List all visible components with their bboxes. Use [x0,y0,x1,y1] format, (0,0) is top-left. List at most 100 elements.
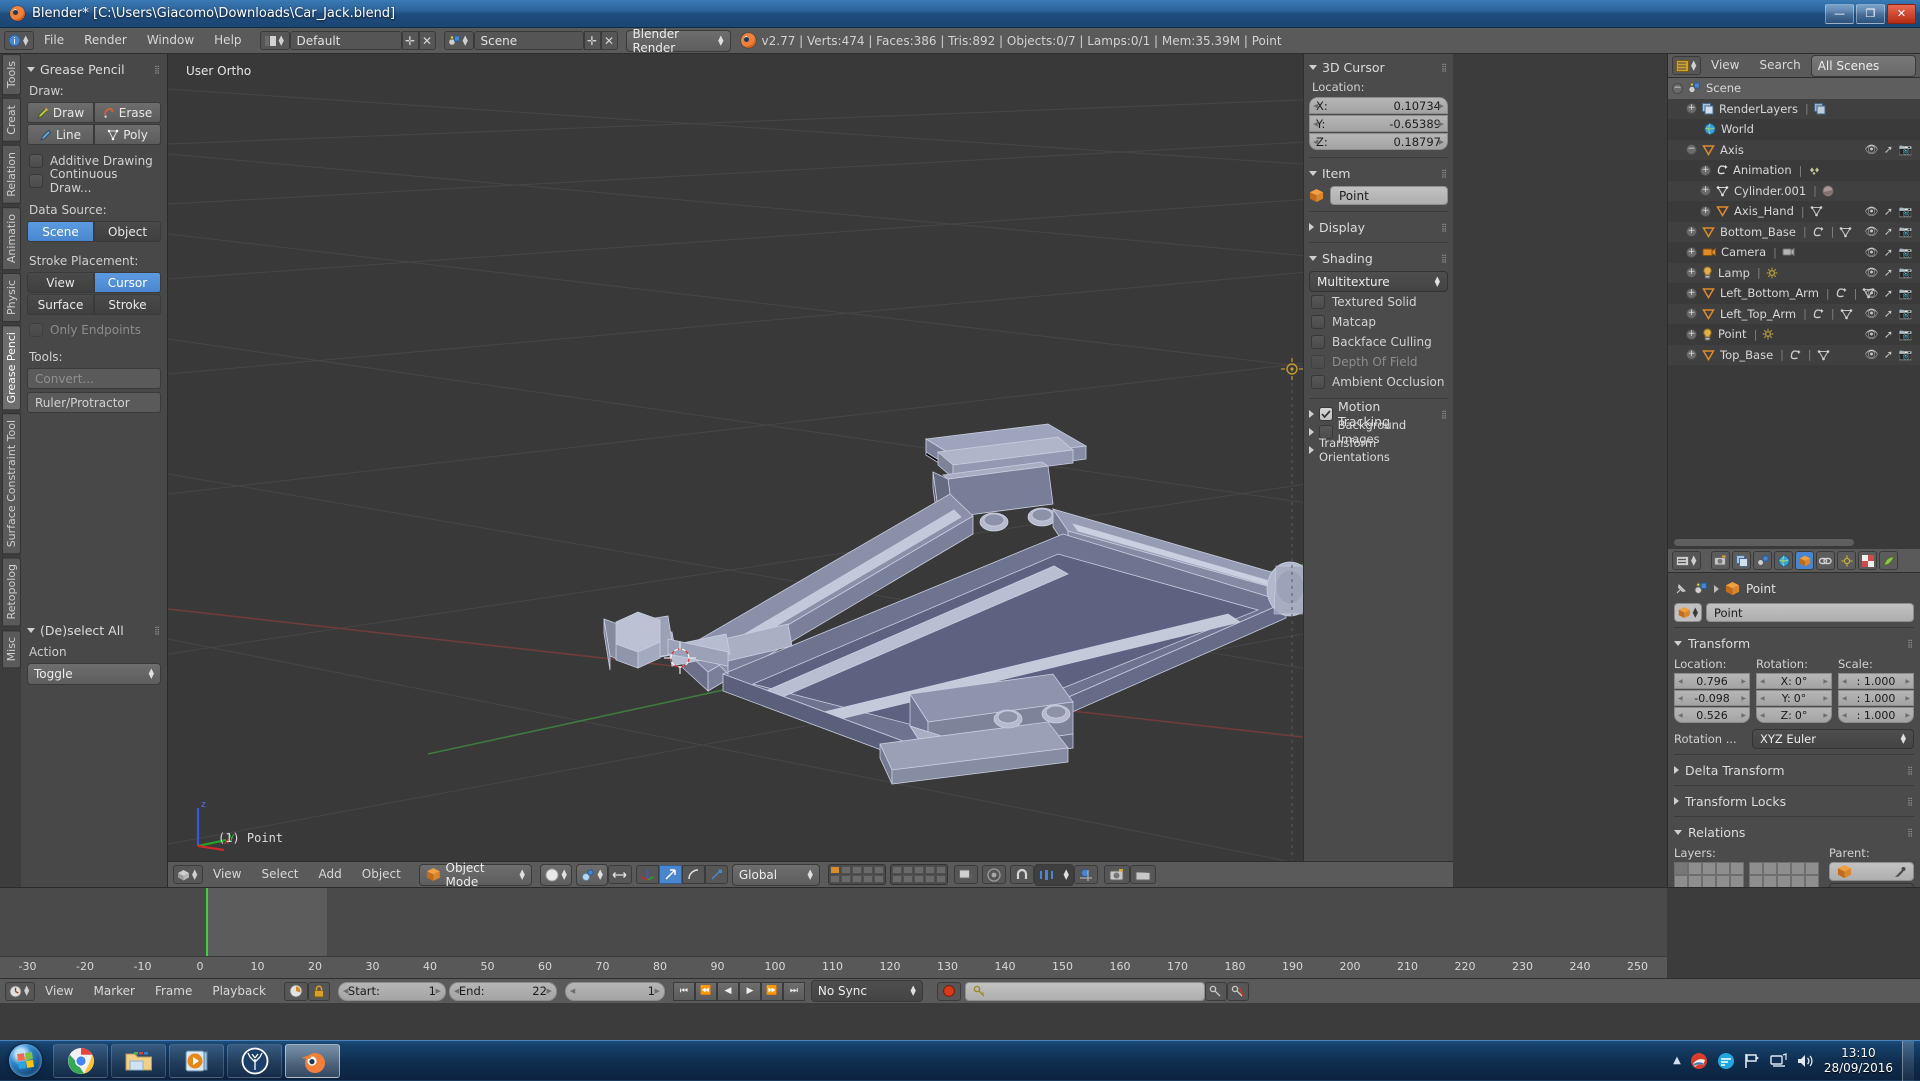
material-icon[interactable]: | [1813,184,1834,197]
checkbox-ambient-occlusion[interactable] [1311,375,1325,389]
outliner-row-axis[interactable]: − Axis 👁 ➚ 📷 [1668,139,1920,160]
layer-cell[interactable] [1805,862,1819,875]
layer-cell[interactable] [1674,875,1688,887]
sync-mode-dropdown[interactable]: No Sync ▲ ▼ [810,980,923,1002]
screen-layout-field[interactable]: Default [289,31,402,50]
checkbox-continuous-draw[interactable] [29,174,43,188]
close-button[interactable]: ✕ [1887,3,1916,24]
restrict-view-icon[interactable]: 👁 [1863,287,1880,300]
network-app-icon[interactable] [1717,1052,1735,1070]
panel-header-grease-pencil[interactable]: Grease Pencil ⣿ [27,60,161,78]
scene-layers-group-2[interactable] [889,864,948,885]
item-object-name-field[interactable]: Point [1330,186,1448,205]
outliner-expander[interactable]: + [1686,308,1697,320]
show-desktop-button[interactable] [1902,1040,1914,1081]
panel-header-transform-locks[interactable]: Transform Locks ⣿ [1674,791,1914,811]
data-source-object-button[interactable]: Object [94,221,161,242]
stroke-placement-view-button[interactable]: View [27,272,94,293]
tab-retopology[interactable]: Retopolog [2,557,21,627]
outliner-row-cylinder-001[interactable]: + Cylinder.001 | [1668,180,1920,201]
add-scene-button[interactable]: ✛ [583,31,601,50]
layer-cell[interactable] [851,866,862,874]
layer-cell[interactable] [1763,862,1777,875]
cursor-x-field[interactable]: X: 0.10734 [1309,97,1448,114]
layer-cell[interactable] [829,866,840,874]
gp-continuous-draw-row[interactable]: Continuous Draw... [29,167,161,195]
rotation-y-field[interactable]: Y: 0° [1756,690,1832,706]
flag-icon[interactable] [1744,1053,1761,1069]
auto-keyframe-button[interactable] [283,981,308,1001]
timeline-playhead[interactable] [205,888,208,956]
restrict-render-icon[interactable]: 📷 [1897,328,1914,341]
restrict-view-icon[interactable]: 👁 [1863,266,1880,279]
scale-x-field[interactable]: : 1.000 [1838,673,1914,689]
shading-backface-culling-row[interactable]: Backface Culling [1311,332,1448,352]
volume-icon[interactable] [1797,1053,1815,1069]
layer-cell[interactable] [902,875,913,883]
taskbar-clock[interactable]: 13:10 28/09/2016 [1824,1046,1893,1076]
outliner-expander[interactable]: − [1686,144,1697,156]
scale-y-field[interactable]: : 1.000 [1838,690,1914,706]
restrict-view-icon[interactable]: 👁 [1863,348,1880,361]
outliner-expander[interactable]: + [1700,185,1711,197]
restrict-view-icon[interactable]: 👁 [1863,246,1880,259]
delete-scene-button[interactable]: ✕ [600,31,618,50]
restrict-select-icon[interactable]: ➚ [1880,143,1897,156]
mesh-data-icon[interactable]: | [1808,348,1830,361]
layer-cell[interactable] [1674,862,1688,875]
snap-target-dropdown[interactable]: ▲ ▼ [1033,863,1074,886]
outliner-display-mode-dropdown[interactable]: All Scenes [1810,54,1916,77]
taskbar-item-blender[interactable] [285,1043,340,1078]
layer-cell[interactable] [851,875,862,883]
restrict-select-icon[interactable]: ➚ [1880,266,1897,279]
outliner-menu-search[interactable]: Search [1749,56,1810,75]
start-button[interactable] [0,1042,50,1080]
layer-cell[interactable] [913,875,924,883]
restrict-select-icon[interactable]: ➚ [1880,328,1897,341]
layer-cell[interactable] [1749,875,1763,887]
editor-type-selector-outliner[interactable]: ▲ ▼ [1672,56,1701,75]
properties-tab-render-layers[interactable] [1732,551,1751,570]
lamp-data-icon[interactable]: | [1757,266,1778,279]
restrict-render-icon[interactable]: 📷 [1897,287,1914,300]
properties-tab-object[interactable] [1795,551,1814,570]
outliner-expander[interactable]: − [1672,82,1683,94]
layer-cell[interactable] [913,866,924,874]
restrict-render-icon[interactable]: 📷 [1897,225,1914,238]
lock-to-scene-button[interactable] [953,865,978,884]
manipulator-translate-button[interactable] [635,865,659,884]
restrict-select-icon[interactable]: ➚ [1880,205,1897,218]
menu-render[interactable]: Render [74,31,137,50]
taskbar-item-media-player[interactable] [169,1043,224,1078]
outliner-expander[interactable]: + [1686,246,1697,258]
lock-timeline-button[interactable] [307,981,330,1001]
gp-poly-button[interactable]: Poly [94,124,161,145]
shading-textured-solid-row[interactable]: Textured Solid [1311,292,1448,312]
panel-header-deselect-all[interactable]: (De)select All ⣿ [27,621,161,639]
tab-grease-pencil[interactable]: Grease Penci [2,324,21,411]
animation-icon[interactable]: | [1826,287,1847,300]
restrict-render-icon[interactable]: 📷 [1897,246,1914,259]
layer-cell[interactable] [873,875,884,883]
transform-orientation-dropdown[interactable]: Global ▲ ▼ [731,863,820,886]
interaction-mode-dropdown[interactable]: Object Mode ▲ ▼ [418,861,532,887]
ccleaner-icon[interactable] [1690,1052,1708,1070]
cursor-z-field[interactable]: Z: 0.18797 [1309,133,1448,150]
editor-type-selector-info[interactable]: i ▲ ▼ [4,31,34,50]
properties-tab-constraints[interactable] [1816,551,1835,570]
layer-cell[interactable] [924,866,935,874]
network-icon[interactable] [1770,1052,1788,1069]
render-engine-dropdown[interactable]: Blender Render ▲ ▼ [625,27,731,55]
location-x-field[interactable]: 0.796 [1674,673,1750,689]
3d-viewport[interactable]: User Ortho z y x (1) Point 3D Cursor ⣿ L… [168,54,1453,887]
restrict-view-icon[interactable]: 👁 [1863,225,1880,238]
play-button[interactable]: ▶ [738,981,761,1001]
tab-physics[interactable]: Physic [2,272,21,322]
outliner-expander[interactable]: + [1686,328,1697,340]
layer-cell[interactable] [1777,862,1791,875]
gp-draw-button[interactable]: Draw [27,102,94,123]
properties-tab-physics[interactable] [1879,551,1898,570]
checkbox-textured-solid[interactable] [1311,295,1325,309]
taskbar-item-explorer[interactable] [111,1043,166,1078]
jump-to-start-button[interactable]: ⏮ [672,981,695,1001]
